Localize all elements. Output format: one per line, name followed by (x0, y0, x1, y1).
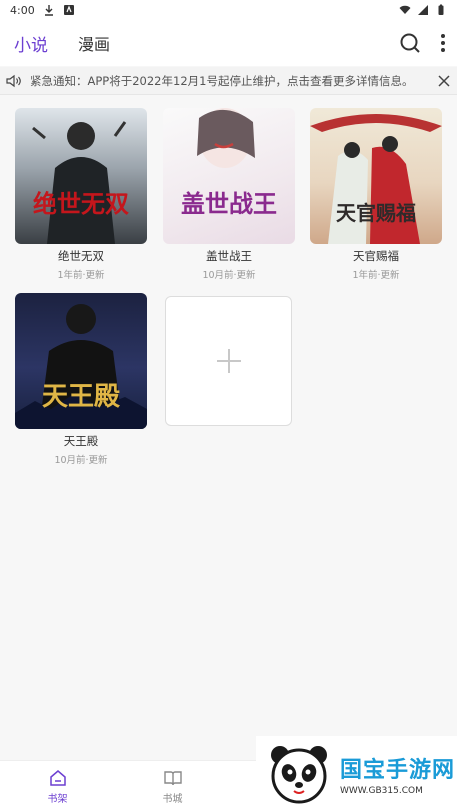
search-icon[interactable] (399, 32, 421, 54)
top-bar: 小说 漫画 (0, 20, 457, 66)
book-cover-title: 天王殿 (42, 382, 120, 412)
status-bar: 4:00 (0, 0, 457, 20)
plus-icon (216, 349, 241, 373)
download-icon (44, 5, 53, 16)
book-updated: 10月前·更新 (54, 455, 108, 466)
book-cover-title: 盖世战王 (181, 189, 277, 218)
notice-bar[interactable]: 紧急通知：APP将于2022年12月1号起停止维护，点击查看更多详情信息。 (0, 67, 457, 95)
watermark-title: 国宝手游网 (340, 758, 456, 783)
battery-icon (438, 4, 444, 15)
book-cover-title: 绝世无双 (33, 189, 129, 218)
book-card[interactable]: 天王殿 天王殿 10月前·更新 (15, 293, 147, 466)
book-updated: 1年前·更新 (352, 270, 400, 281)
close-icon[interactable] (437, 74, 451, 88)
app-notification-icon (63, 5, 74, 15)
notice-text: 紧急通知：APP将于2022年12月1号起停止维护，点击查看更多详情信息。 (30, 73, 414, 88)
status-time: 4:00 (10, 3, 35, 17)
book-title: 绝世无双 (58, 249, 104, 263)
bookshelf-home-icon (49, 769, 66, 786)
tab-comic[interactable]: 漫画 (74, 31, 114, 55)
book-cover: 盖世战王 (163, 108, 295, 244)
signal-icon (418, 5, 428, 15)
watermark-url: WWW.GB315.COM (340, 786, 423, 796)
book-updated: 1年前·更新 (57, 270, 105, 281)
book-updated: 10月前·更新 (202, 270, 256, 281)
book-card[interactable]: 绝世无双 绝世无双 1年前·更新 (15, 108, 147, 281)
book-title: 天王殿 (63, 434, 99, 448)
book-cover-title: 天官赐福 (336, 201, 416, 225)
book-card[interactable]: 天官赐福 天官赐福 1年前·更新 (310, 108, 442, 281)
book-cover: 天官赐福 (310, 108, 442, 244)
more-menu-icon[interactable] (439, 32, 447, 54)
book-cover: 天王殿 (15, 293, 147, 429)
nav-label-bookshelf: 书架 (47, 793, 68, 805)
add-book-button[interactable] (165, 296, 292, 426)
book-card[interactable]: 盖世战王 盖世战王 10月前·更新 (163, 108, 295, 281)
nav-item-bookshelf[interactable]: 书架 (0, 761, 115, 812)
wifi-icon (399, 5, 411, 14)
speaker-icon (6, 74, 21, 87)
panda-logo-icon (271, 746, 327, 804)
nav-item-bookstore[interactable]: 书城 (115, 761, 230, 812)
book-cover: 绝世无双 (15, 108, 147, 244)
nav-label-bookstore: 书城 (162, 793, 183, 805)
watermark: 国宝手游网 WWW.GB315.COM (256, 736, 457, 812)
book-title: 盖世战王 (206, 249, 252, 263)
book-title: 天官赐福 (353, 249, 399, 263)
tab-novel[interactable]: 小说 (10, 31, 52, 56)
open-book-icon (163, 770, 182, 785)
